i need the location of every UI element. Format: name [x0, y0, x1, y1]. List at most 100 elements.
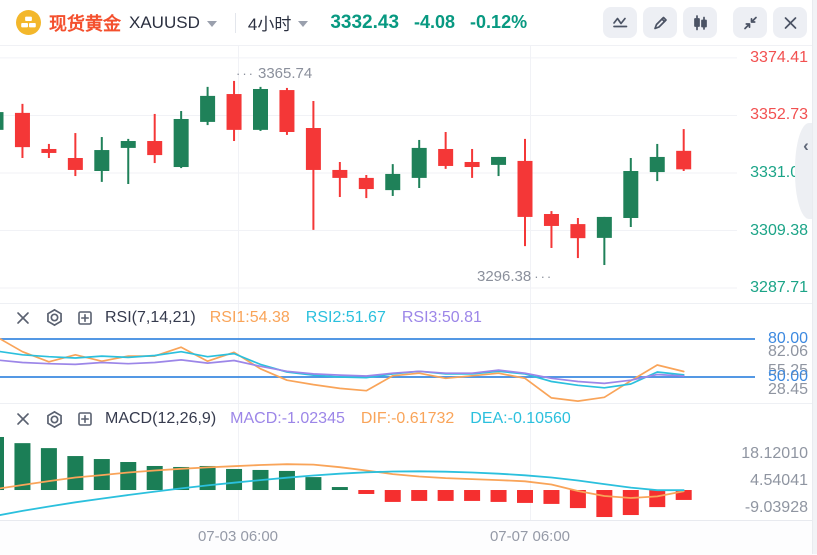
chart-header: 现货黄金 XAUUSD 4小时 3332.43 -4.08 -0.12% [0, 0, 817, 46]
candle-body [544, 214, 559, 226]
collapse-panels-icon[interactable] [733, 7, 767, 38]
macd-histogram-bar [173, 467, 189, 490]
candle-body [68, 158, 83, 170]
time-axis-label: 07-03 06:00 [198, 528, 278, 545]
macd-histogram-bar [543, 490, 559, 504]
symbol-chinese-name: 现货黄金 [49, 10, 121, 36]
annotation-dots: ··· [534, 269, 553, 284]
macd-histogram-bar [358, 490, 374, 494]
macd-scale-label: 4.54041 [750, 472, 808, 490]
macd-scale-label: 18.12010 [741, 445, 808, 463]
macd-histogram-bar [517, 490, 533, 503]
candle-body [279, 90, 294, 132]
rsi-line-rsi1 [0, 337, 684, 402]
macd-scale-label: -9.03928 [745, 499, 808, 517]
dea-value: DEA:-0.10560 [470, 410, 571, 428]
macd-histogram-bar [120, 462, 136, 490]
macd-histogram-bar [226, 469, 242, 490]
draw-pencil-icon[interactable] [643, 7, 677, 38]
macd-value: MACD:-1.02345 [230, 410, 345, 428]
macd-histogram-bar [14, 443, 30, 490]
time-axis[interactable]: 07-03 06:00 07-07 06:00 [0, 520, 817, 555]
rsi1-value: RSI1:54.38 [210, 309, 290, 327]
last-price: 3332.43 [330, 12, 399, 34]
rsi-level-label: 80.00 [768, 330, 808, 348]
candlestick-chart-canvas[interactable] [0, 46, 737, 303]
price-change: -4.08 [414, 12, 455, 33]
rsi-level-label: 50.00 [768, 368, 808, 386]
candle-body [465, 162, 480, 167]
candle-body [570, 224, 585, 238]
macd-histogram-bar [67, 456, 83, 490]
symbol-code[interactable]: XAUUSD [129, 13, 200, 33]
rsi-title: RSI(7,14,21) [105, 309, 196, 327]
macd-histogram-bar [649, 490, 665, 507]
candle-body [491, 157, 506, 165]
timeframe-selector[interactable]: 4小时 [248, 10, 291, 35]
rsi-add-icon[interactable] [74, 307, 96, 329]
macd-close-icon[interactable] [12, 408, 34, 430]
rsi-panel-header: RSI(7,14,21) RSI1:54.38 RSI2:51.67 RSI3:… [0, 305, 737, 330]
panel-divider [0, 303, 817, 304]
rsi-chart-canvas[interactable] [0, 330, 760, 403]
macd-title: MACD(12,26,9) [105, 410, 216, 428]
macd-histogram-bar [411, 490, 427, 501]
header-toolbar [603, 7, 807, 38]
rsi3-value: RSI3:50.81 [402, 309, 482, 327]
time-axis-label: 07-07 06:00 [490, 528, 570, 545]
candle-body [385, 174, 400, 190]
scrollbar[interactable] [812, 0, 817, 554]
candle-body [623, 171, 638, 218]
macd-histogram-bar [491, 490, 507, 502]
close-icon[interactable] [773, 7, 807, 38]
candle-body [174, 119, 189, 167]
price-axis-label: 3287.71 [750, 279, 808, 297]
timeframe-dropdown-chevron-icon[interactable] [298, 21, 308, 27]
price-change-percent: -0.12% [470, 12, 527, 33]
rsi2-value: RSI2:51.67 [306, 309, 386, 327]
candle-body [650, 157, 665, 172]
candle-body [518, 161, 533, 217]
candle-body [147, 141, 162, 155]
header-divider [235, 13, 236, 33]
candle-body [253, 89, 268, 130]
candle-body [676, 151, 691, 169]
price-axis-label: 3309.38 [750, 222, 808, 240]
high-price-annotation: ··· 3365.74 [236, 65, 312, 82]
macd-histogram-bar [438, 490, 454, 501]
symbol-dropdown-chevron-icon[interactable] [207, 21, 217, 27]
dif-value: DIF:-0.61732 [361, 410, 454, 428]
gold-logo-icon [16, 10, 41, 35]
rsi-close-icon[interactable] [12, 307, 34, 329]
candle-body [597, 217, 612, 238]
candlestick-icon[interactable] [683, 7, 717, 38]
chevron-left-icon: ‹ [803, 136, 809, 219]
candle-body [200, 96, 215, 122]
candle-body [15, 113, 30, 147]
macd-histogram-bar [623, 490, 639, 515]
annotation-dots: ··· [236, 66, 255, 81]
macd-histogram-bar [41, 448, 57, 490]
macd-histogram-bar [464, 490, 480, 501]
candle-body [438, 149, 453, 166]
indicator-line-icon[interactable] [603, 7, 637, 38]
candle-body [227, 94, 242, 130]
macd-histogram-bar [332, 487, 348, 490]
candle-body [412, 148, 427, 178]
macd-settings-icon[interactable] [43, 408, 65, 430]
price-axis-label: 3374.41 [750, 49, 808, 67]
macd-histogram-bar [385, 490, 401, 502]
low-price-annotation: 3296.38 ··· [477, 268, 553, 285]
candle-body [121, 141, 136, 148]
macd-panel-header: MACD(12,26,9) MACD:-1.02345 DIF:-0.61732… [0, 406, 737, 432]
candle-body [332, 170, 347, 178]
candle-body [41, 149, 56, 153]
panel-divider [0, 403, 817, 404]
candle-body [94, 150, 109, 171]
macd-histogram-bar [0, 437, 4, 490]
high-price-label: 3365.74 [258, 65, 312, 82]
candle-body [306, 128, 321, 170]
macd-add-icon[interactable] [74, 408, 96, 430]
macd-chart-canvas[interactable] [0, 435, 737, 520]
rsi-settings-icon[interactable] [43, 307, 65, 329]
